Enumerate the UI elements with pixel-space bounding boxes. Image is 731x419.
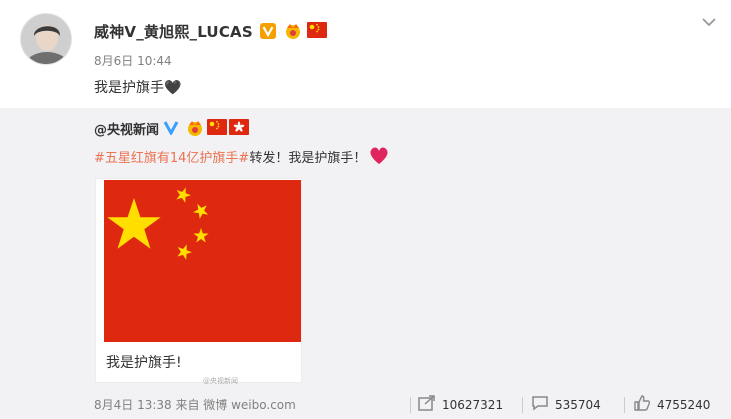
post-meta[interactable]: 8月4日 13:38 来自 微博 weibo.com — [94, 396, 296, 413]
share-icon — [418, 395, 436, 414]
share-button[interactable]: 10627321 — [418, 395, 503, 414]
author-name[interactable]: 威神V_黄旭熙_LUCAS — [94, 21, 253, 42]
share-count: 10627321 — [442, 397, 504, 412]
original-text-body: 转发！我是护旗手！ — [249, 150, 367, 166]
media-caption: 我是护旗手! — [106, 355, 182, 371]
china-flag-icon — [306, 22, 327, 40]
hongkong-flag-icon — [229, 119, 250, 137]
like-count: 4755240 — [657, 397, 711, 412]
post-time[interactable]: 8月6日 10:44 — [94, 52, 172, 69]
avatar[interactable] — [20, 13, 72, 65]
divider — [522, 397, 523, 413]
crown-icon — [185, 119, 203, 137]
china-flag-image[interactable] — [104, 180, 301, 342]
heart-icon — [368, 146, 390, 166]
divider — [410, 397, 411, 413]
comment-icon — [531, 395, 549, 414]
divider — [624, 397, 625, 413]
verified-blue-icon — [163, 119, 181, 137]
watermark: @央视新闻 — [203, 377, 238, 385]
comment-count: 535704 — [555, 397, 601, 412]
weibo-post-card: 威神V_黄旭熙_LUCAS 8月6日 10:44 我是护旗手🖤 @央视新闻 #五… — [0, 0, 731, 419]
author-row: 威神V_黄旭熙_LUCAS — [94, 20, 327, 42]
original-author[interactable]: @央视新闻 — [94, 119, 159, 138]
original-author-row: @央视新闻 — [94, 118, 250, 138]
verified-yellow-icon — [259, 22, 277, 40]
like-icon — [633, 395, 651, 414]
chevron-down-icon[interactable] — [701, 14, 717, 28]
topic-link[interactable]: #五星红旗有14亿护旗手# — [94, 147, 249, 166]
china-flag-icon — [207, 119, 228, 137]
post-text: 我是护旗手🖤 — [94, 80, 182, 96]
comment-button[interactable]: 535704 — [531, 395, 601, 414]
like-button[interactable]: 4755240 — [633, 395, 710, 414]
crown-icon — [283, 22, 301, 40]
original-text: #五星红旗有14亿护旗手# 转发！我是护旗手！ — [94, 146, 390, 166]
